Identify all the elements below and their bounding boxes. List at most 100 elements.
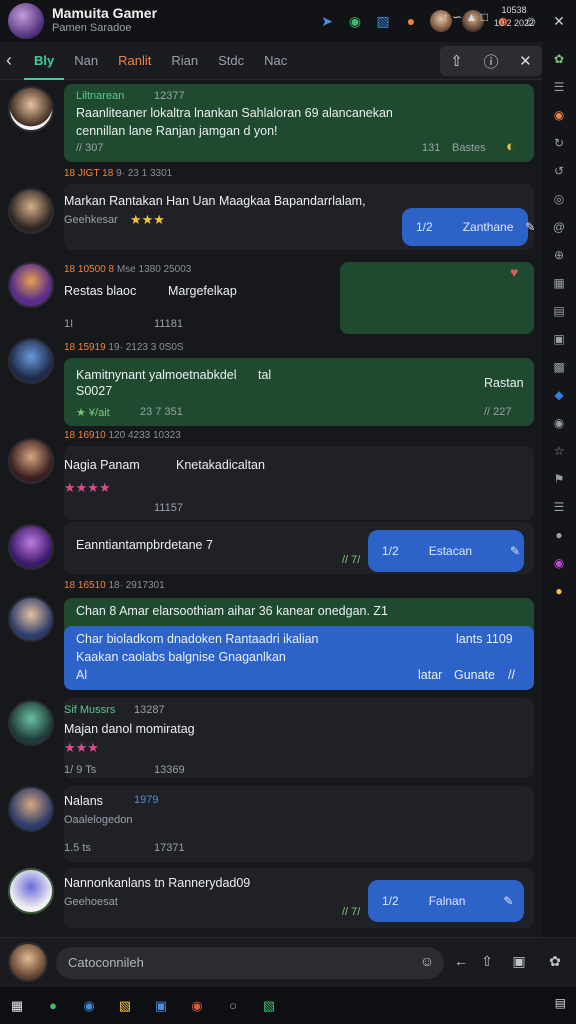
system-tray[interactable]: ↑ ∽ ▲ □ xyxy=(443,10,488,24)
avatar[interactable] xyxy=(8,86,54,132)
quote-meta-c: // xyxy=(508,668,515,682)
rating-stars: ★★★ xyxy=(130,212,165,227)
reload-icon[interactable]: ↺ xyxy=(550,162,568,180)
notification-icon[interactable]: ▤ xyxy=(555,996,566,1010)
grid-icon[interactable]: ▦ xyxy=(550,274,568,292)
timestamp: 13287 xyxy=(134,704,165,716)
edit-icon[interactable]: ✎ xyxy=(525,220,535,234)
message-line: Restas blaoc xyxy=(64,284,137,298)
tab-nac[interactable]: Nac xyxy=(254,42,297,80)
share-icon[interactable]: ⇧ xyxy=(450,52,463,70)
sub-text: Geehoesat xyxy=(64,896,118,908)
sub-text: Oaalelogedon xyxy=(64,814,133,826)
shield-icon[interactable]: ◆ xyxy=(550,386,568,404)
avatar[interactable] xyxy=(8,596,54,642)
badge-icon[interactable]: ▧ xyxy=(374,12,392,30)
avatar[interactable] xyxy=(8,338,54,384)
refresh-icon[interactable]: ↻ xyxy=(550,134,568,152)
excel-icon[interactable]: ▧ xyxy=(260,997,278,1015)
clock[interactable]: 10538 10 2 2022 xyxy=(494,4,534,30)
message-card: Chan 8 Amar elarsoothiam aihar 36 kanear… xyxy=(64,598,534,690)
edge-icon[interactable]: ◉ xyxy=(80,997,98,1015)
message-card: Kamitnynant yalmoetnabkdel tal S0027 Ras… xyxy=(64,358,534,426)
edit-icon[interactable]: ✎ xyxy=(510,544,520,558)
tab-bly[interactable]: Bly xyxy=(24,42,65,80)
folder-icon[interactable]: ▧ xyxy=(116,997,134,1015)
back-icon[interactable]: ‹ xyxy=(6,50,24,71)
right-label: Rastan xyxy=(484,376,524,390)
avatar[interactable] xyxy=(8,438,54,484)
tab-stdc[interactable]: Stdc xyxy=(208,42,254,80)
message-input[interactable]: Catoconnileh xyxy=(56,947,444,979)
star-icon[interactable]: ☆ xyxy=(550,442,568,460)
pin-icon[interactable]: ➤ xyxy=(318,12,336,30)
meta-rest: 18· 2917301 xyxy=(108,580,165,591)
emoji-picker-icon[interactable]: ☺ xyxy=(418,953,436,971)
reply-button[interactable]: 1/2 Falnan ✎ xyxy=(368,880,524,922)
message-card: Nagia Panam Knetakadicaltan ★★★★ 11157 xyxy=(64,446,534,520)
avatar[interactable] xyxy=(8,700,54,746)
flag-icon[interactable]: ⚑ xyxy=(550,470,568,488)
tab-bar: ‹ Bly Nan Ranlit Rian Stdc Nac ⇧ ⓘ ✕ xyxy=(0,42,576,80)
sender-name[interactable]: Sif Mussrs xyxy=(64,704,115,716)
chrome-icon[interactable]: ◉ xyxy=(188,997,206,1015)
tab-nan[interactable]: Nan xyxy=(64,42,108,80)
app-icon[interactable]: ▣ xyxy=(152,997,170,1015)
pill-count: 1/2 xyxy=(416,220,433,234)
media-card[interactable] xyxy=(340,262,534,334)
meta-date: 18 16910 xyxy=(64,430,106,441)
reply-button[interactable]: 1/2 Zanthane ✎ xyxy=(402,208,535,246)
calendar-icon[interactable]: ▩ xyxy=(550,358,568,376)
edit-icon[interactable]: ✎ xyxy=(503,894,513,908)
info-icon[interactable]: ⓘ xyxy=(483,51,498,72)
yellow-badge-icon[interactable]: ● xyxy=(550,582,568,600)
record-icon[interactable]: ● xyxy=(402,12,420,30)
avatar[interactable] xyxy=(8,942,48,982)
message-line: Markan Rantakan Han Uan Maagkaa Bapandar… xyxy=(64,194,366,208)
message-card: Nalans 1979 Oaalelogedon 1.5 ts 17371 xyxy=(64,786,534,862)
settings-icon[interactable]: ✿ xyxy=(546,953,564,971)
tag-icon[interactable]: ◎ xyxy=(550,190,568,208)
puzzle-icon[interactable]: ◉ xyxy=(346,12,364,30)
avatar[interactable] xyxy=(8,524,54,570)
image-icon[interactable]: ▣ xyxy=(550,330,568,348)
taskbar: ▦ ● ◉ ▧ ▣ ◉ ○ ▧ xyxy=(0,987,576,1024)
at-icon[interactable]: @ xyxy=(550,218,568,236)
upload-icon[interactable]: ⇧ xyxy=(478,953,496,971)
pin-rail-icon[interactable]: ● xyxy=(550,526,568,544)
dismiss-icon[interactable]: ✕ xyxy=(519,52,532,70)
tab-ranlit[interactable]: Ranlit xyxy=(108,42,161,80)
stack-icon[interactable]: ☰ xyxy=(550,498,568,516)
quoted-message[interactable]: Char bioladkom dnadoken Rantaadri ikalia… xyxy=(64,626,534,690)
close-icon[interactable]: ✕ xyxy=(550,12,568,30)
arrow-icon[interactable]: ← xyxy=(452,953,470,971)
avatar[interactable] xyxy=(8,262,54,308)
meta-rest: 9· 23 1 3301 xyxy=(116,168,173,179)
bell-icon[interactable]: ◉ xyxy=(550,414,568,432)
meta-date: 18 16510 xyxy=(64,580,106,591)
heart-icon[interactable]: ♥ xyxy=(510,264,518,280)
clock-time: 10538 xyxy=(501,5,527,15)
target-icon[interactable]: ◉ xyxy=(550,106,568,124)
plus-icon[interactable]: ⊕ xyxy=(550,246,568,264)
avatar[interactable] xyxy=(8,868,54,914)
purple-badge-icon[interactable]: ◉ xyxy=(550,554,568,572)
message-card: Sif Mussrs 13287 Majan danol momiratag ★… xyxy=(64,698,534,778)
sender-name[interactable]: Liltnarean xyxy=(76,90,124,102)
leaf-icon[interactable]: ✿ xyxy=(550,50,568,68)
circle-icon[interactable]: ○ xyxy=(224,997,242,1015)
meta-line: 18 JIGT 18 9· 23 1 3301 xyxy=(64,168,172,179)
menu-icon[interactable]: ☰ xyxy=(550,78,568,96)
list-icon[interactable]: ▤ xyxy=(550,302,568,320)
message-feed: Liltnarean 12377 Raanliteaner lokaltra l… xyxy=(0,80,542,937)
quote-meta-a: latar xyxy=(418,668,443,682)
avatar[interactable] xyxy=(8,786,54,832)
reply-button[interactable]: 1/2 Estacan ✎ xyxy=(368,530,524,572)
whatsapp-icon[interactable]: ● xyxy=(44,997,62,1015)
message-card: Nannonkanlans tn Rannerydad09 Geehoesat … xyxy=(64,868,534,928)
app-avatar[interactable] xyxy=(8,3,44,39)
avatar[interactable] xyxy=(8,188,54,234)
attach-icon[interactable]: ▣ xyxy=(510,953,528,971)
tab-rian[interactable]: Rian xyxy=(161,42,208,80)
start-icon[interactable]: ▦ xyxy=(8,997,26,1015)
